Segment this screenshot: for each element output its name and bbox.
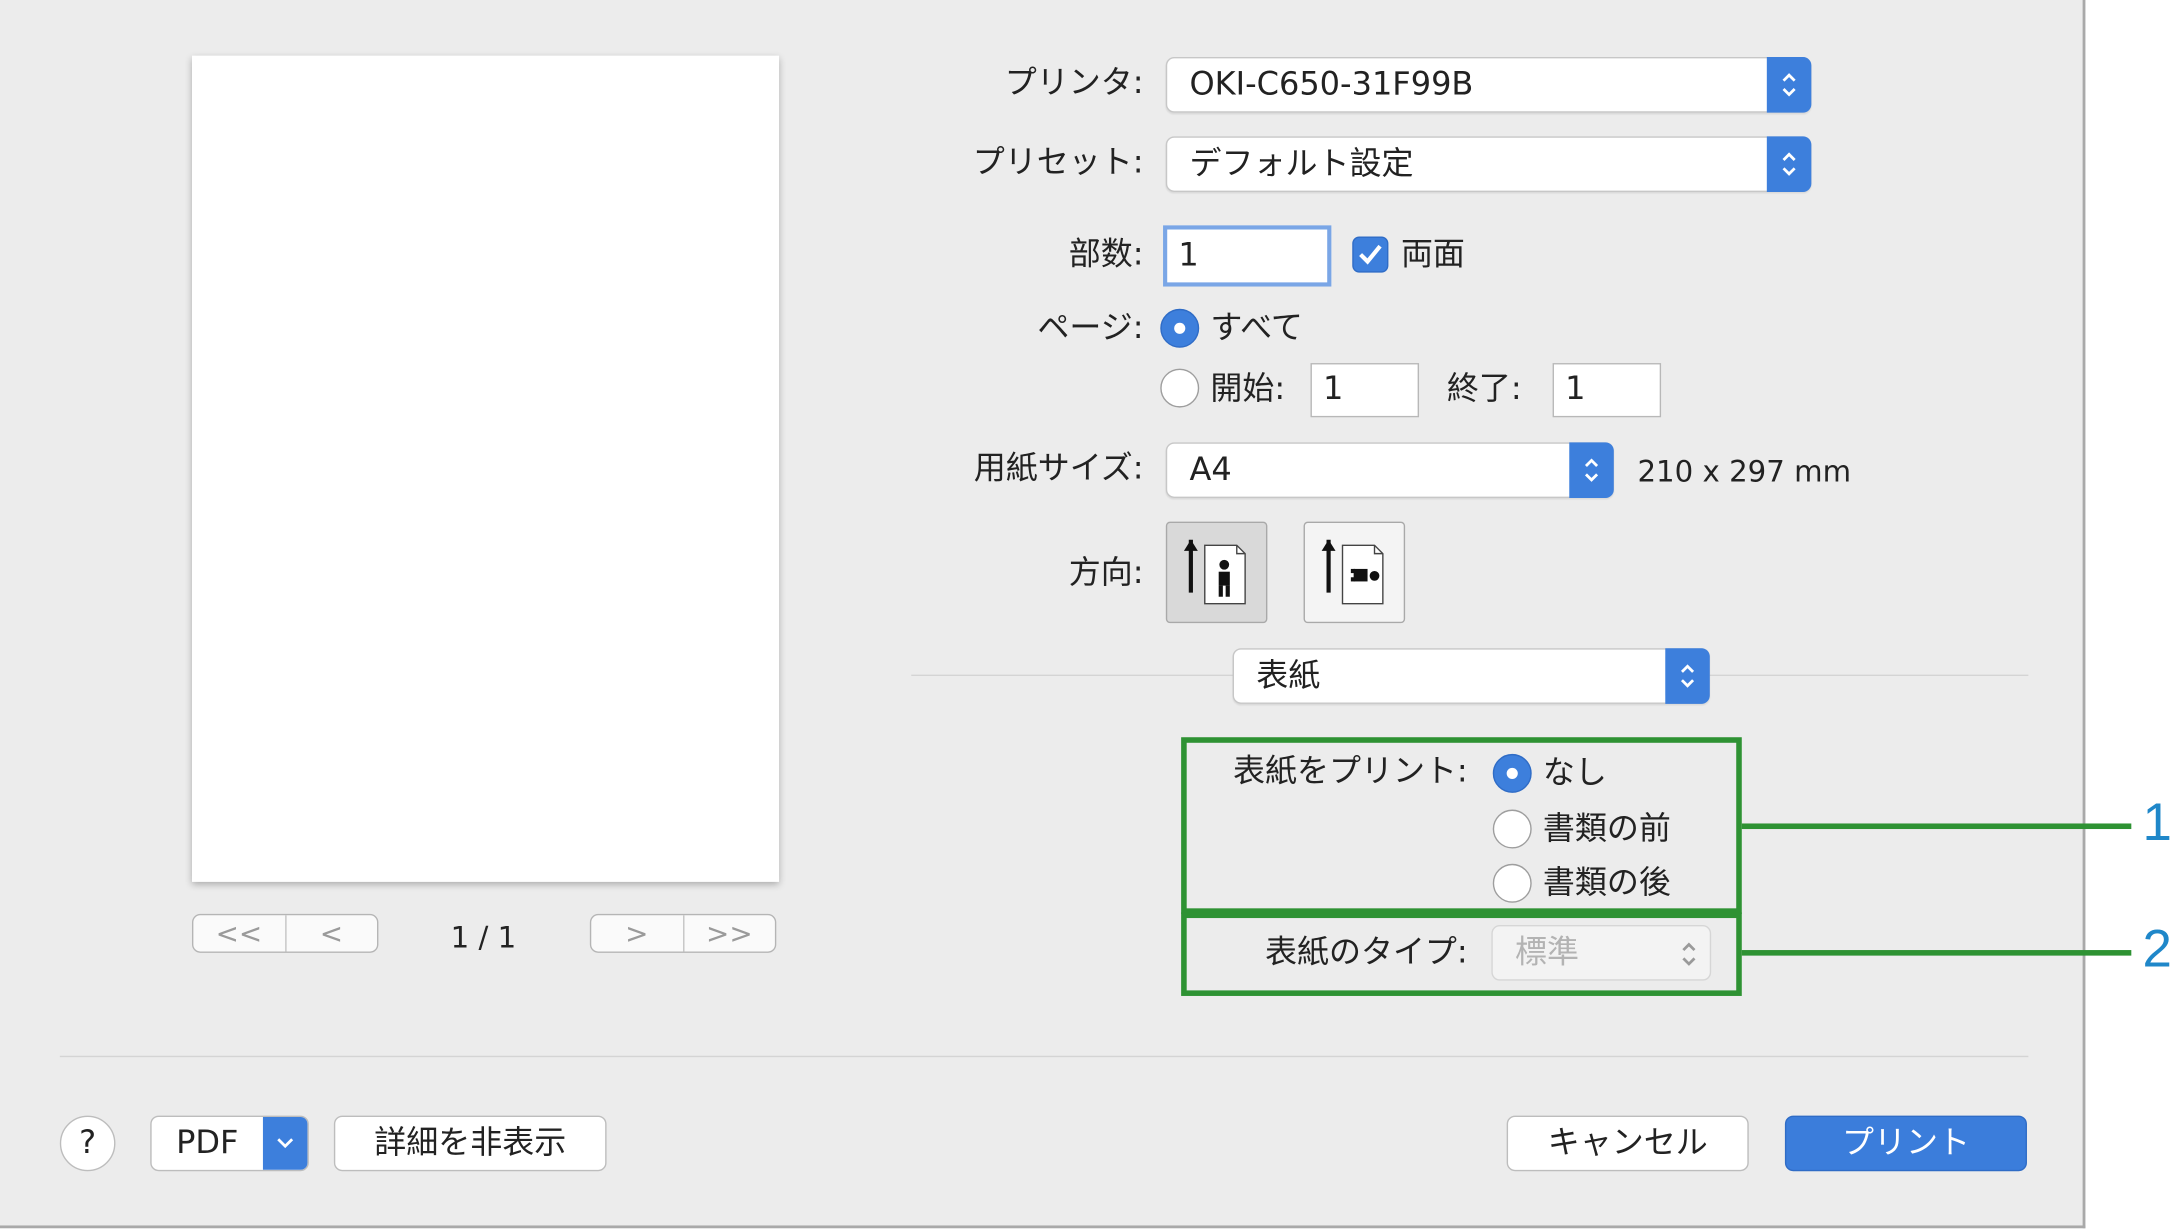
highlight-box-2 xyxy=(1181,912,1742,996)
chevron-down-icon xyxy=(262,1116,308,1170)
landscape-button[interactable] xyxy=(1303,521,1406,624)
pdf-label: PDF xyxy=(176,1125,239,1162)
pages-label: ページ: xyxy=(1037,310,1144,347)
help-button[interactable]: ? xyxy=(59,1115,116,1172)
pages-all-label: すべて xyxy=(1210,310,1303,347)
preset-value: デフォルト設定 xyxy=(1189,146,1414,183)
orientation-label: 方向: xyxy=(1068,555,1144,592)
print-dialog: << < 1 / 1 > >> プリンタ: OKI-C650-31F99B プリ… xyxy=(0,0,2086,1229)
footer-separator xyxy=(59,1055,2029,1058)
copies-label: 部数: xyxy=(1068,236,1144,273)
duplex-label: 両面 xyxy=(1400,236,1465,273)
portrait-button[interactable] xyxy=(1165,521,1268,624)
preview-nav-back: << < xyxy=(191,913,379,953)
duplex-checkbox[interactable] xyxy=(1352,236,1389,273)
page-indicator: 1 / 1 xyxy=(450,920,517,955)
paper-size-value: A4 xyxy=(1189,452,1232,489)
print-button[interactable]: プリント xyxy=(1784,1115,2027,1172)
preset-label: プリセット: xyxy=(972,144,1144,181)
callout-line-2 xyxy=(1741,950,2132,956)
callout-number-1: 1 xyxy=(2142,794,2172,853)
preset-popup[interactable]: デフォルト設定 xyxy=(1165,136,1812,192)
to-input[interactable]: 1 xyxy=(1552,363,1662,418)
updown-arrows-icon xyxy=(1766,136,1812,192)
previous-page-button[interactable]: < xyxy=(284,915,378,952)
printer-popup[interactable]: OKI-C650-31F99B xyxy=(1165,57,1812,113)
printer-label: プリンタ: xyxy=(1004,65,1144,102)
updown-arrows-icon xyxy=(1665,648,1710,704)
pages-range-radio[interactable] xyxy=(1160,368,1200,408)
hide-details-button[interactable]: 詳細を非表示 xyxy=(333,1115,607,1172)
stage: << < 1 / 1 > >> プリンタ: OKI-C650-31F99B プリ… xyxy=(0,0,2180,1231)
updown-arrows-icon xyxy=(1766,57,1812,113)
next-page-button[interactable]: > xyxy=(591,915,682,951)
callout-number-2: 2 xyxy=(2142,920,2172,980)
from-label: 開始: xyxy=(1210,371,1286,408)
highlight-box-1 xyxy=(1181,737,1742,914)
from-input[interactable]: 1 xyxy=(1310,363,1420,418)
section-value: 表紙 xyxy=(1256,657,1321,695)
callout-line-1 xyxy=(1741,823,2132,830)
printer-value: OKI-C650-31F99B xyxy=(1189,66,1474,103)
pages-all-radio[interactable] xyxy=(1160,308,1200,348)
portrait-icon xyxy=(1183,539,1246,605)
landscape-icon xyxy=(1321,539,1384,605)
section-popup[interactable]: 表紙 xyxy=(1232,648,1710,704)
copies-input[interactable]: 1 xyxy=(1163,225,1332,287)
checkmark-icon xyxy=(1359,244,1382,265)
pdf-button[interactable]: PDF xyxy=(150,1115,309,1172)
paper-size-label: 用紙サイズ: xyxy=(973,450,1144,487)
first-page-button[interactable]: << xyxy=(193,915,284,951)
last-page-button[interactable]: >> xyxy=(682,915,775,952)
page-preview xyxy=(191,55,780,882)
cancel-button[interactable]: キャンセル xyxy=(1506,1115,1749,1172)
to-label: 終了: xyxy=(1446,371,1522,408)
updown-arrows-icon xyxy=(1569,442,1614,498)
paper-size-popup[interactable]: A4 xyxy=(1165,442,1614,498)
preview-nav-forward: > >> xyxy=(589,913,777,953)
paper-dimensions: 210 x 297 mm xyxy=(1637,454,1852,489)
